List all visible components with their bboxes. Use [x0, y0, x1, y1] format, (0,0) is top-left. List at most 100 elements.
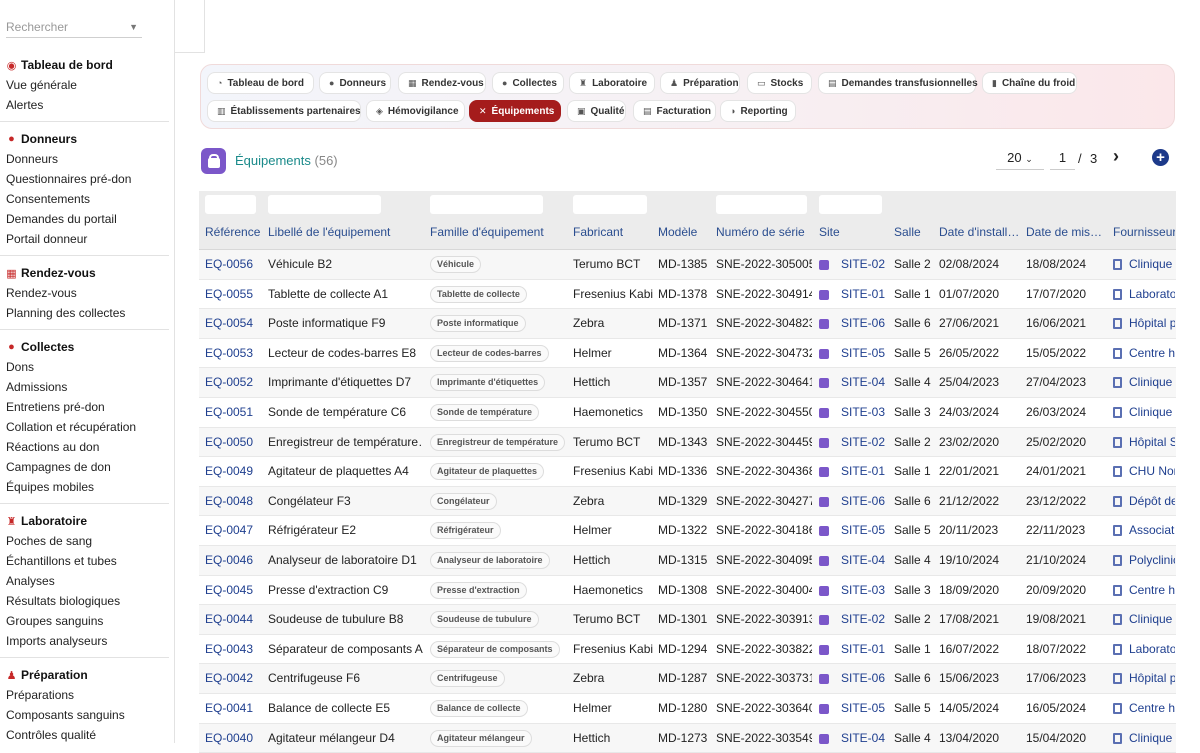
- site-link[interactable]: SITE-04: [841, 553, 887, 567]
- site-link[interactable]: SITE-03: [841, 583, 887, 597]
- sidebar-item[interactable]: Échantillons et tubes: [0, 551, 169, 571]
- tab-document[interactable]: ▤Demandes transfusionnelles: [818, 72, 976, 94]
- sidebar-item[interactable]: Réactions au don: [0, 437, 169, 457]
- reference-link[interactable]: EQ-0048: [205, 494, 263, 508]
- add-record-button[interactable]: +: [1152, 149, 1169, 166]
- reference-link[interactable]: EQ-0046: [205, 553, 263, 567]
- sidebar-item[interactable]: Alertes: [0, 95, 169, 115]
- sidebar-item[interactable]: Collation et récupération: [0, 417, 169, 437]
- site-link[interactable]: SITE-05: [841, 701, 887, 715]
- filter-famille[interactable]: [430, 195, 543, 214]
- reference-link[interactable]: EQ-0043: [205, 642, 263, 656]
- sidebar-section-title[interactable]: ●Donneurs: [0, 129, 169, 149]
- tab-warehouse[interactable]: ▭Stocks: [747, 72, 812, 94]
- reference-link[interactable]: EQ-0052: [205, 375, 263, 389]
- tab-flask[interactable]: ♟Préparation: [660, 72, 740, 94]
- column-header[interactable]: Famille d'équipement: [430, 225, 566, 239]
- sidebar-item[interactable]: Rendez-vous: [0, 283, 169, 303]
- tab-person[interactable]: ●Donneurs: [319, 72, 391, 94]
- chevron-down-icon[interactable]: ▼: [129, 16, 138, 38]
- table-row[interactable]: EQ-0047Réfrigérateur E2RéfrigérateurHelm…: [199, 516, 1176, 546]
- table-row[interactable]: EQ-0048Congélateur F3CongélateurZebraMD-…: [199, 487, 1176, 517]
- sidebar-item[interactable]: Admissions: [0, 377, 169, 397]
- sidebar-item[interactable]: Dons: [0, 357, 169, 377]
- supplier-link[interactable]: Centre ho: [1129, 701, 1175, 715]
- column-header[interactable]: Salle: [894, 225, 934, 239]
- reference-link[interactable]: EQ-0054: [205, 316, 263, 330]
- sidebar-item[interactable]: Donneurs: [0, 149, 169, 169]
- tab-chart[interactable]: ◑Reporting: [720, 100, 796, 122]
- reference-link[interactable]: EQ-0056: [205, 257, 263, 271]
- filter-site[interactable]: [819, 195, 882, 214]
- sidebar-item[interactable]: Demandes du portail: [0, 209, 169, 229]
- supplier-link[interactable]: Clinique d: [1129, 375, 1175, 389]
- tab-microscope[interactable]: ♜Laboratoire: [569, 72, 655, 94]
- site-link[interactable]: SITE-04: [841, 375, 887, 389]
- table-row[interactable]: EQ-0051Sonde de température C6Sonde de t…: [199, 398, 1176, 428]
- reference-link[interactable]: EQ-0049: [205, 464, 263, 478]
- site-link[interactable]: SITE-06: [841, 671, 887, 685]
- column-header[interactable]: Modèle: [658, 225, 710, 239]
- tab-thermometer[interactable]: ▮Chaîne du froid: [982, 72, 1077, 94]
- reference-link[interactable]: EQ-0051: [205, 405, 263, 419]
- table-row[interactable]: EQ-0055Tablette de collecte A1Tablette d…: [199, 280, 1176, 310]
- table-row[interactable]: EQ-0042Centrifugeuse F6CentrifugeuseZebr…: [199, 664, 1176, 694]
- site-link[interactable]: SITE-01: [841, 287, 887, 301]
- reference-link[interactable]: EQ-0045: [205, 583, 263, 597]
- site-link[interactable]: SITE-03: [841, 405, 887, 419]
- next-page-icon[interactable]: ›: [1113, 146, 1119, 167]
- sidebar-item[interactable]: Consentements: [0, 189, 169, 209]
- current-page-input[interactable]: 1: [1050, 148, 1075, 170]
- filter-reference[interactable]: [205, 195, 256, 214]
- sidebar-item[interactable]: Campagnes de don: [0, 457, 169, 477]
- tab-building[interactable]: ▥Établissements partenaires: [207, 100, 361, 122]
- table-row[interactable]: EQ-0046Analyseur de laboratoire D1Analys…: [199, 546, 1176, 576]
- tab-shield[interactable]: ◈Hémovigilance: [366, 100, 465, 122]
- reference-link[interactable]: EQ-0050: [205, 435, 263, 449]
- supplier-link[interactable]: Hôpital S: [1129, 435, 1175, 449]
- sidebar-item[interactable]: Portail donneur: [0, 229, 169, 249]
- sidebar-section-title[interactable]: ♟Préparation: [0, 665, 169, 685]
- table-row[interactable]: EQ-0049Agitateur de plaquettes A4Agitate…: [199, 457, 1176, 487]
- tab-drop[interactable]: ●Collectes: [492, 72, 564, 94]
- sidebar-item[interactable]: Imports analyseurs: [0, 631, 169, 651]
- sidebar-item[interactable]: Vue générale: [0, 75, 169, 95]
- search-input[interactable]: Rechercher ▼: [6, 16, 142, 38]
- filter-fabricant[interactable]: [573, 195, 647, 214]
- table-row[interactable]: EQ-0041Balance de collecte E5Balance de …: [199, 694, 1176, 724]
- sidebar-section-title[interactable]: ▦Rendez-vous: [0, 263, 169, 283]
- table-row[interactable]: EQ-0044Soudeuse de tubulure B8Soudeuse d…: [199, 605, 1176, 635]
- tab-tools[interactable]: ✕Équipements: [469, 100, 561, 122]
- supplier-link[interactable]: Hôpital pr: [1129, 316, 1175, 330]
- tab-invoice[interactable]: ▤Facturation: [633, 100, 716, 122]
- filter-libelle[interactable]: [268, 195, 381, 214]
- sidebar-item[interactable]: Composants sanguins: [0, 705, 169, 725]
- supplier-link[interactable]: Laborato: [1129, 287, 1175, 301]
- supplier-link[interactable]: Dépôt de: [1129, 494, 1175, 508]
- table-row[interactable]: EQ-0053Lecteur de codes-barres E8Lecteur…: [199, 339, 1176, 369]
- supplier-link[interactable]: Centre ho: [1129, 346, 1175, 360]
- site-link[interactable]: SITE-04: [841, 731, 887, 745]
- table-row[interactable]: EQ-0056Véhicule B2VéhiculeTerumo BCTMD-1…: [199, 250, 1176, 280]
- table-row[interactable]: EQ-0043Séparateur de composants A7Sépara…: [199, 635, 1176, 665]
- reference-link[interactable]: EQ-0040: [205, 731, 263, 745]
- filter-numero-serie[interactable]: [716, 195, 807, 214]
- supplier-link[interactable]: Clinique d: [1129, 731, 1175, 745]
- tab-calendar[interactable]: ▦Rendez-vous: [398, 72, 486, 94]
- sidebar-item[interactable]: Résultats biologiques: [0, 591, 169, 611]
- column-header[interactable]: Fournisseur: [1113, 225, 1175, 239]
- site-link[interactable]: SITE-02: [841, 435, 887, 449]
- sidebar-item[interactable]: Contrôles qualité: [0, 725, 169, 743]
- table-row[interactable]: EQ-0054Poste informatique F9Poste inform…: [199, 309, 1176, 339]
- sidebar-item[interactable]: Planning des collectes: [0, 303, 169, 323]
- per-page-select[interactable]: 20 ⌄: [996, 148, 1044, 170]
- sidebar-item[interactable]: Poches de sang: [0, 531, 169, 551]
- column-header[interactable]: Site: [819, 225, 887, 239]
- reference-link[interactable]: EQ-0047: [205, 523, 263, 537]
- column-header[interactable]: Fabricant: [573, 225, 653, 239]
- sidebar-item[interactable]: Analyses: [0, 571, 169, 591]
- supplier-link[interactable]: Clinique r: [1129, 612, 1175, 626]
- supplier-link[interactable]: Associati: [1129, 523, 1175, 537]
- site-link[interactable]: SITE-05: [841, 523, 887, 537]
- site-link[interactable]: SITE-01: [841, 642, 887, 656]
